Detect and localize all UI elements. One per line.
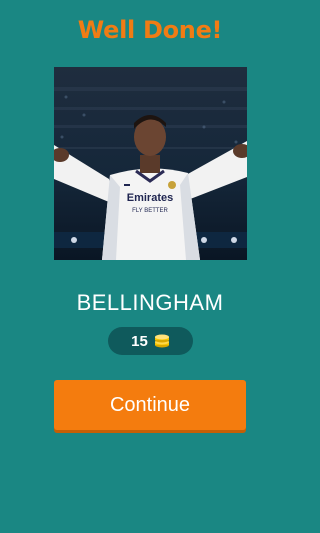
jersey-sponsor-text: Emirates xyxy=(127,192,173,204)
answer-text: BELLINGHAM xyxy=(76,290,224,315)
player-photo: Emirates FLY BETTER xyxy=(54,67,247,260)
level-complete-screen: Well Done! Emirates FLY BETTER BELLINGHA… xyxy=(0,0,300,533)
reward-amount: 15 xyxy=(131,332,148,350)
jersey-sponsor-subtext: FLY BETTER xyxy=(132,208,168,214)
page-title: Well Done! xyxy=(77,16,223,44)
continue-button[interactable]: Continue xyxy=(54,380,246,430)
reward-badge: 15 xyxy=(108,327,193,355)
coin-stack-icon xyxy=(154,334,169,348)
